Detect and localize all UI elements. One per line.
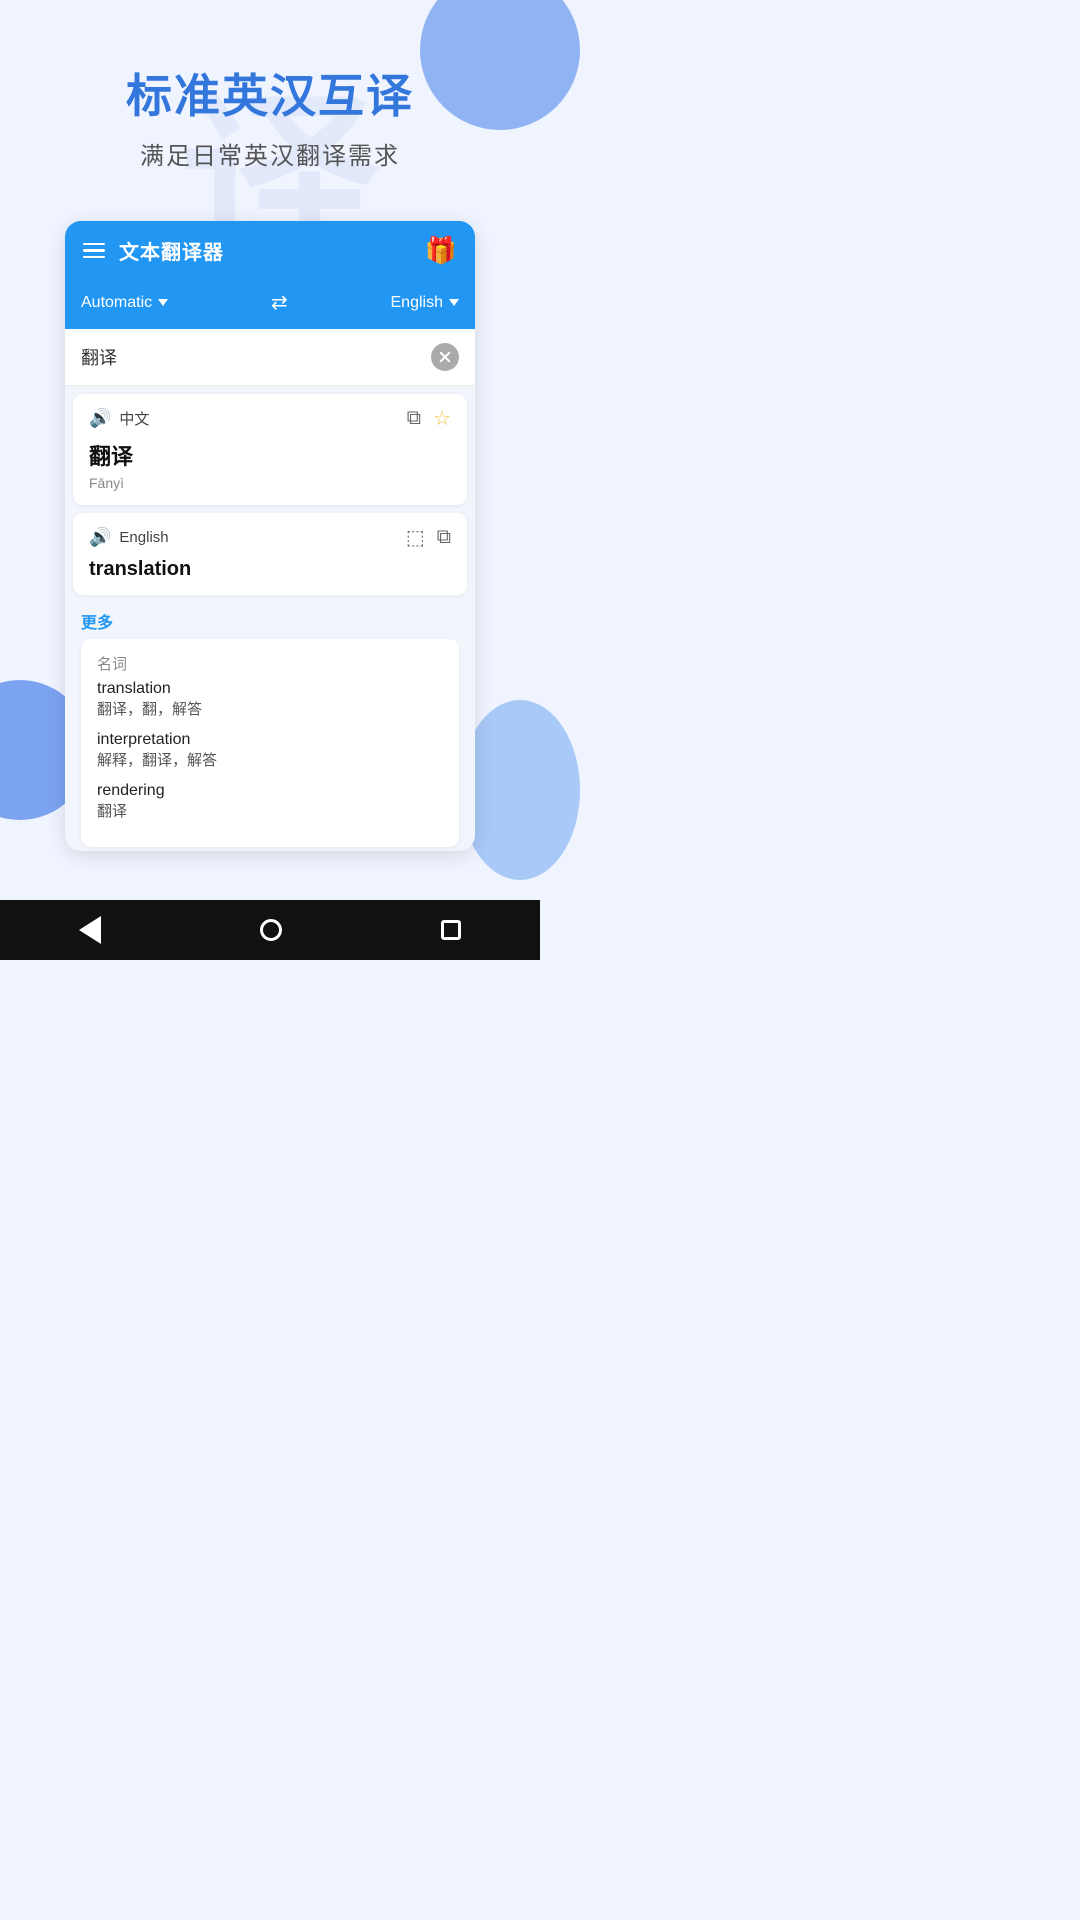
chinese-lang-row: 🔊 中文: [89, 408, 149, 429]
hero-title: 标准英汉互译: [20, 60, 520, 126]
target-lang-chevron: [449, 299, 459, 306]
source-language-button[interactable]: Automatic: [81, 294, 168, 312]
chinese-result-pinyin: Fānyì: [89, 475, 451, 491]
dict-entry-3: rendering 翻译: [97, 782, 443, 821]
back-icon: [79, 916, 101, 944]
english-result-word: translation: [89, 558, 451, 581]
dict-entry-2: interpretation 解释，翻译，解答: [97, 731, 443, 770]
hero-subtitle: 满足日常英汉翻译需求: [20, 136, 520, 171]
gift-button[interactable]: 🎁: [425, 235, 457, 266]
chinese-speaker-button[interactable]: 🔊: [89, 408, 111, 429]
hero-section: 标准英汉互译 满足日常英汉翻译需求: [0, 0, 540, 201]
input-area[interactable]: 翻译: [65, 329, 475, 386]
menu-button[interactable]: [83, 243, 105, 259]
dict-meaning-1: 翻译，翻，解答: [97, 698, 443, 719]
home-button[interactable]: [260, 919, 282, 941]
english-result-card: 🔊 English ⬚ ⧉ translation: [73, 513, 467, 595]
english-result-header: 🔊 English ⬚ ⧉: [89, 525, 451, 550]
english-actions: ⬚ ⧉: [406, 525, 451, 550]
dict-meaning-2: 解释，翻译，解答: [97, 749, 443, 770]
app-header: 文本翻译器 🎁: [65, 221, 475, 280]
dict-word-3: rendering: [97, 782, 443, 800]
clear-button[interactable]: [431, 343, 459, 371]
input-text: 翻译: [81, 344, 117, 370]
swap-languages-button[interactable]: ⇄: [271, 290, 288, 315]
english-copy-button[interactable]: ⧉: [437, 525, 451, 550]
chinese-result-card: 🔊 中文 ⧉ ☆ 翻译 Fānyì: [73, 394, 467, 505]
pos-label: 名词: [97, 653, 443, 674]
dict-meaning-3: 翻译: [97, 800, 443, 821]
more-card: 名词 translation 翻译，翻，解答 interpretation 解释…: [81, 639, 459, 847]
app-card: 文本翻译器 🎁 Automatic ⇄ English 翻译 🔊 中文 ⧉ ☆: [65, 221, 475, 851]
source-lang-chevron: [158, 299, 168, 306]
app-title: 文本翻译器: [119, 236, 224, 265]
bottom-navigation: [0, 900, 540, 960]
chinese-star-button[interactable]: ☆: [433, 406, 451, 431]
dict-word-1: translation: [97, 680, 443, 698]
language-selector: Automatic ⇄ English: [65, 280, 475, 329]
home-icon: [260, 919, 282, 941]
chinese-result-header: 🔊 中文 ⧉ ☆: [89, 406, 451, 431]
dict-entry-1: translation 翻译，翻，解答: [97, 680, 443, 719]
chinese-copy-button[interactable]: ⧉: [407, 406, 421, 431]
bg-decoration-bottom-right: [460, 700, 580, 880]
chinese-lang-label: 中文: [119, 408, 149, 429]
recents-icon: [441, 920, 461, 940]
back-button[interactable]: [79, 916, 101, 944]
english-lang-label: English: [119, 529, 168, 546]
recents-button[interactable]: [441, 920, 461, 940]
header-left: 文本翻译器: [83, 236, 224, 265]
more-label: 更多: [81, 609, 459, 633]
target-language-button[interactable]: English: [391, 294, 459, 312]
chinese-result-word: 翻译: [89, 439, 451, 471]
english-open-button[interactable]: ⬚: [406, 525, 425, 550]
english-speaker-button[interactable]: 🔊: [89, 527, 111, 548]
chinese-actions: ⧉ ☆: [407, 406, 451, 431]
english-lang-row: 🔊 English: [89, 527, 169, 548]
more-section: 更多 名词 translation 翻译，翻，解答 interpretation…: [65, 603, 475, 851]
dict-word-2: interpretation: [97, 731, 443, 749]
